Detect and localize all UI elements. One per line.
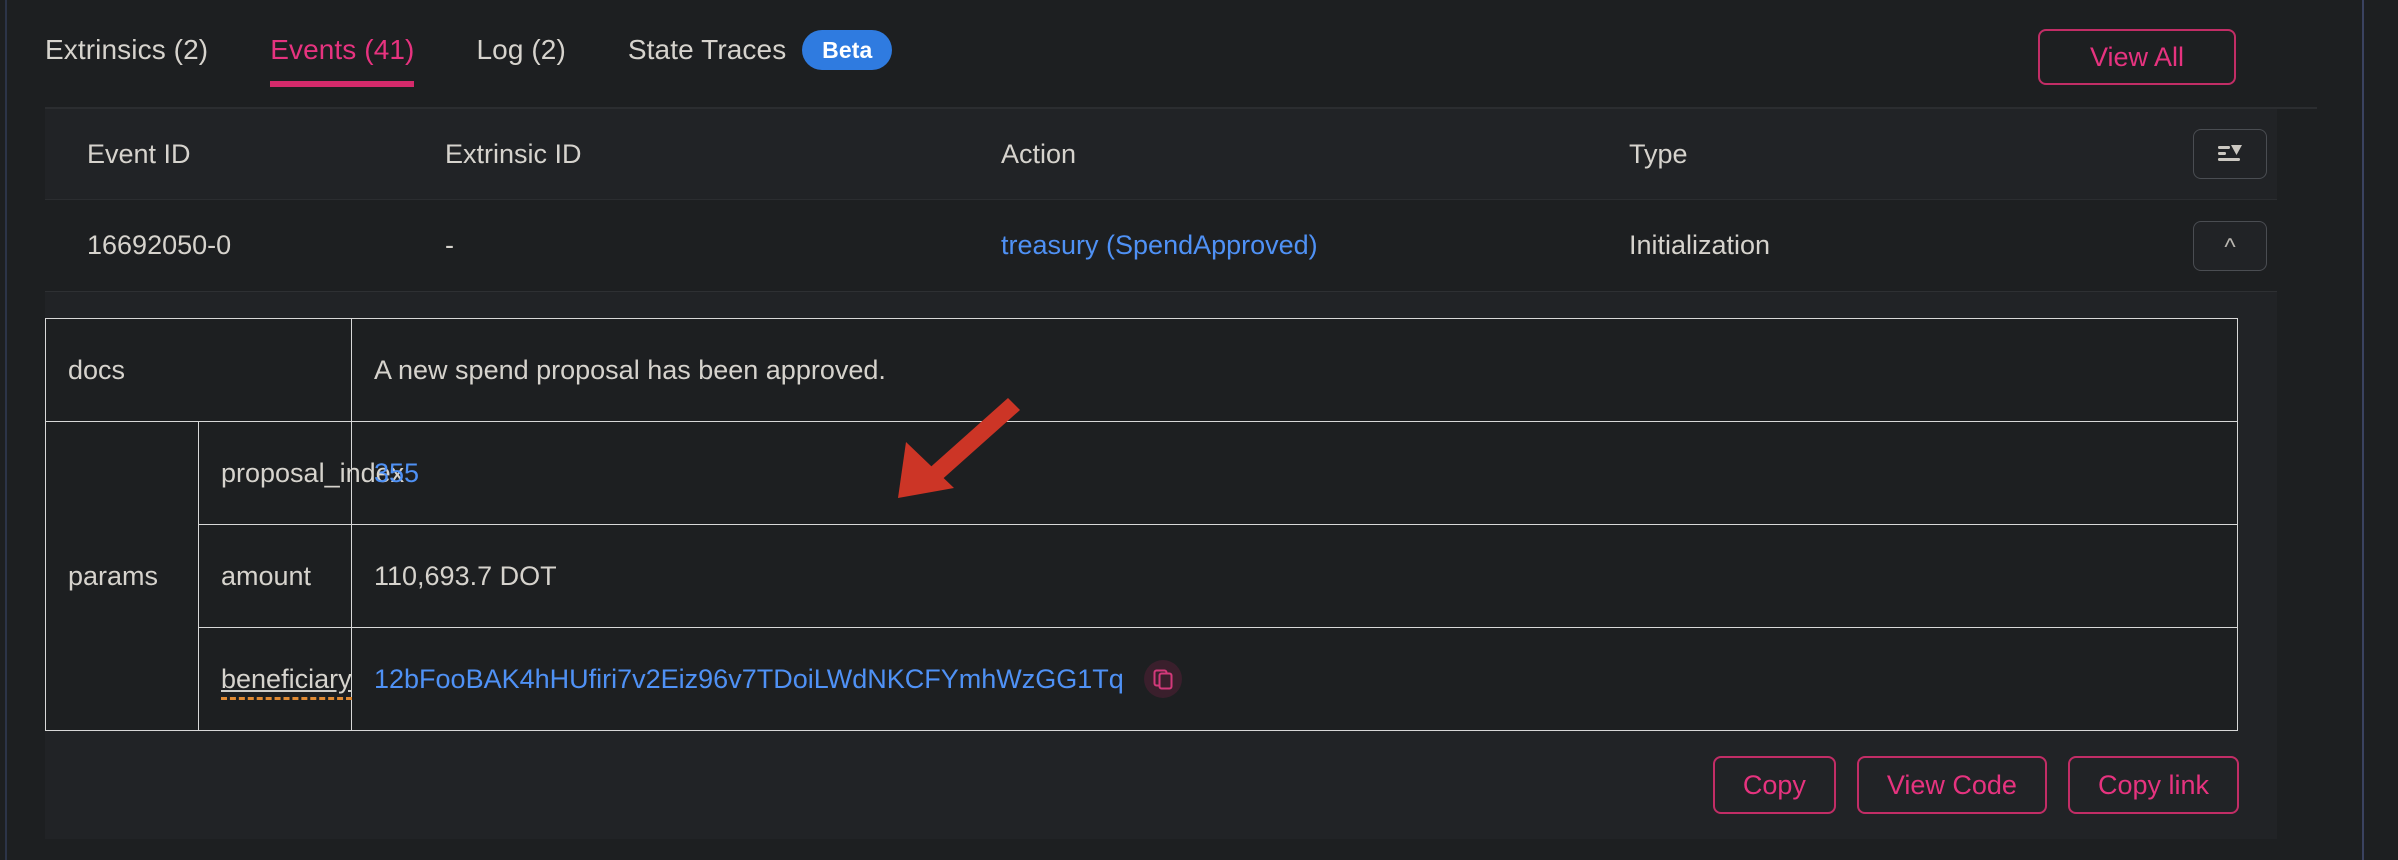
event-detail-panel: docs A new spend proposal has been appro… bbox=[45, 292, 2277, 839]
column-header-extrinsic-id: Extrinsic ID bbox=[445, 138, 582, 169]
table-row[interactable]: 16692050-0 - treasury (SpendApproved) In… bbox=[45, 200, 2277, 292]
copy-address-button[interactable] bbox=[1143, 660, 1182, 698]
proposal-index-link[interactable]: 355 bbox=[374, 458, 419, 488]
tab-active-underline bbox=[270, 81, 415, 87]
param-name-beneficiary: beneficiary bbox=[198, 627, 352, 731]
view-all-button[interactable]: View All bbox=[2038, 29, 2236, 85]
column-header-action: Action bbox=[1001, 138, 1077, 169]
beta-badge: Beta bbox=[802, 30, 893, 70]
column-header-type: Type bbox=[1629, 138, 1688, 169]
copy-icon bbox=[1153, 669, 1173, 690]
collapse-row-button[interactable]: ^ bbox=[2193, 220, 2267, 271]
tab-bar: Extrinsics (2) Events (41) Log (2) State… bbox=[45, 0, 2317, 109]
sort-filter-button[interactable] bbox=[2193, 129, 2267, 179]
copy-button[interactable]: Copy bbox=[1712, 756, 1836, 814]
param-value-beneficiary: 12bFooBAK4hHUfiri7v2Eiz96v7TDoiLWdNKCFYm… bbox=[351, 627, 2238, 731]
view-code-button[interactable]: View Code bbox=[1856, 756, 2047, 814]
detail-key-params: params bbox=[45, 421, 199, 731]
left-edge-rule bbox=[5, 0, 7, 860]
column-header-controls bbox=[2177, 129, 2277, 179]
tab-list: Extrinsics (2) Events (41) Log (2) State… bbox=[45, 0, 954, 100]
sort-filter-icon bbox=[2218, 145, 2242, 161]
column-header-event-id: Event ID bbox=[87, 138, 191, 169]
tab-extrinsics-label: Extrinsics (2) bbox=[45, 34, 209, 65]
beneficiary-address-wrap: 12bFooBAK4hHUfiri7v2Eiz96v7TDoiLWdNKCFYm… bbox=[374, 660, 2236, 698]
param-name-beneficiary-text: beneficiary bbox=[221, 663, 352, 700]
page-root: Extrinsics (2) Events (41) Log (2) State… bbox=[0, 0, 2398, 860]
tab-state-traces-label: State Traces bbox=[627, 34, 787, 65]
tab-events[interactable]: Events (41) bbox=[270, 0, 415, 100]
copy-link-button[interactable]: Copy link bbox=[2067, 756, 2239, 814]
detail-action-bar: Copy View Code Copy link bbox=[45, 731, 2277, 839]
content-area: Extrinsics (2) Events (41) Log (2) State… bbox=[45, 0, 2317, 860]
cell-row-controls: ^ bbox=[2177, 220, 2277, 271]
detail-value-docs: A new spend proposal has been approved. bbox=[351, 318, 2238, 422]
cell-extrinsic-id: - bbox=[445, 230, 454, 260]
detail-row-proposal-index: params proposal_index 355 bbox=[45, 421, 2238, 731]
cell-event-id: 16692050-0 bbox=[87, 230, 232, 260]
param-name-amount: amount bbox=[198, 524, 352, 628]
cell-action-link[interactable]: treasury (SpendApproved) bbox=[1001, 230, 1629, 261]
tab-events-label: Events (41) bbox=[270, 34, 415, 65]
tab-extrinsics[interactable]: Extrinsics (2) bbox=[45, 0, 208, 100]
table-header-row: Event ID Extrinsic ID Action Type bbox=[45, 109, 2277, 200]
chevron-up-icon: ^ bbox=[2224, 233, 2236, 261]
param-value-proposal-index: 355 bbox=[351, 421, 2238, 525]
param-value-amount: 110,693.7 DOT bbox=[351, 524, 2238, 628]
event-detail-table: docs A new spend proposal has been appro… bbox=[45, 318, 2238, 731]
beneficiary-address-link[interactable]: 12bFooBAK4hHUfiri7v2Eiz96v7TDoiLWdNKCFYm… bbox=[374, 664, 1124, 695]
detail-row-docs: docs A new spend proposal has been appro… bbox=[45, 318, 2238, 422]
detail-row-amount: amount 110,693.7 DOT bbox=[46, 524, 2238, 628]
cell-type: Initialization bbox=[1629, 230, 1771, 260]
tab-log[interactable]: Log (2) bbox=[476, 0, 565, 100]
tab-log-label: Log (2) bbox=[476, 34, 566, 65]
detail-row-beneficiary: beneficiary 12bFooBAK4hHUfiri7v2Eiz96v7T… bbox=[46, 627, 2238, 731]
tab-state-traces[interactable]: State Traces Beta bbox=[627, 0, 893, 100]
right-edge-rule bbox=[2362, 0, 2364, 860]
param-name-proposal-index: proposal_index bbox=[198, 421, 404, 525]
detail-key-docs: docs bbox=[45, 318, 352, 422]
events-table: Event ID Extrinsic ID Action Type 166920… bbox=[45, 109, 2277, 839]
